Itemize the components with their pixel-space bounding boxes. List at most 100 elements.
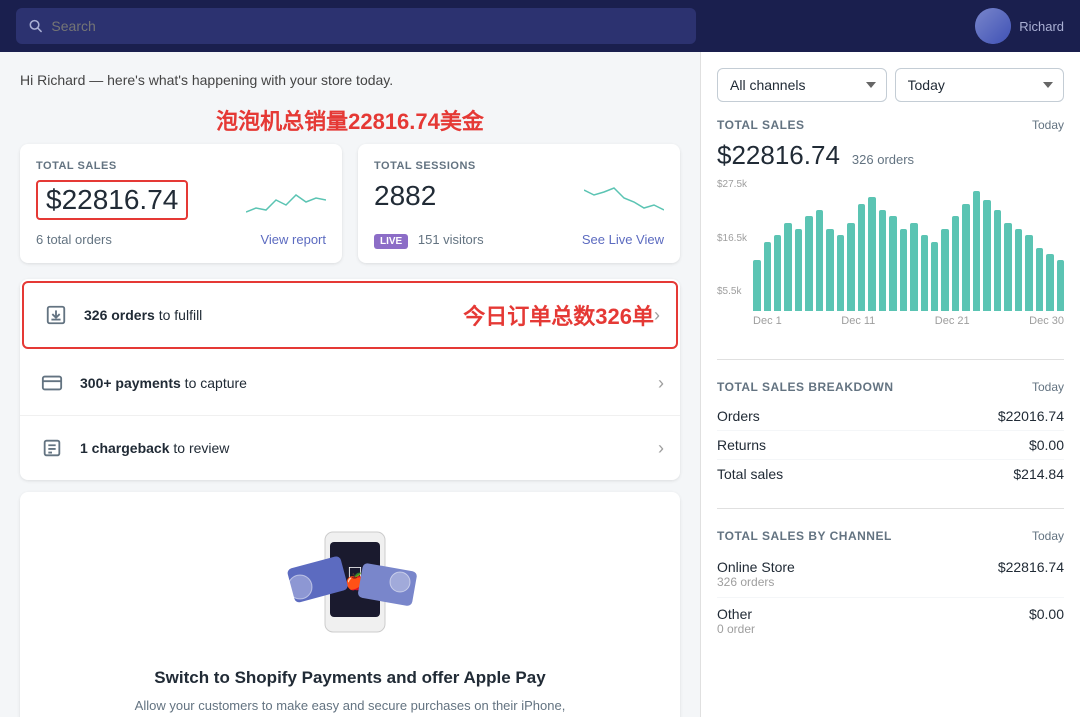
- bar-col: [973, 191, 980, 311]
- right-total-sales-orders: 326 orders: [852, 152, 914, 167]
- breakdown-date: Today: [1032, 380, 1064, 394]
- x-label-4: Dec 30: [1029, 315, 1064, 327]
- y-label-bottom: $5.5k: [717, 286, 747, 297]
- bar-col: [1036, 248, 1043, 311]
- bar-col: [952, 216, 959, 311]
- bar-col: [795, 229, 802, 311]
- bar-col: [1046, 254, 1053, 311]
- channel-select[interactable]: All channels Online Store Other: [717, 68, 887, 102]
- channel-value-online: $22816.74: [998, 559, 1064, 575]
- chargeback-action-item[interactable]: 1 chargeback to review ›: [20, 416, 680, 480]
- right-total-sales-row: $22816.74 326 orders: [717, 140, 1064, 171]
- breakdown-row-returns: Returns $0.00: [717, 431, 1064, 460]
- channel-name-other: Other: [717, 606, 752, 622]
- navbar: Richard: [0, 0, 1080, 52]
- bar-col: [1057, 260, 1064, 311]
- search-icon: [28, 18, 43, 34]
- bar-col: [910, 223, 917, 311]
- channel-sub-other: 0 order: [717, 622, 1064, 636]
- channel-name-online: Online Store: [717, 559, 795, 575]
- channel-sub-online: 326 orders: [717, 575, 1064, 589]
- see-live-view-link[interactable]: See Live View: [582, 232, 664, 247]
- stat-content-sessions: 2882: [374, 180, 664, 220]
- bar-col: [868, 197, 875, 311]
- sales-sparkline: [246, 180, 326, 220]
- clipboard-icon: [36, 432, 68, 464]
- sessions-footer-left: LIVE 151 visitors: [374, 232, 484, 247]
- bar-col: [900, 229, 907, 311]
- bar-col: [941, 229, 948, 311]
- bar-col: [931, 242, 938, 311]
- payments-action-item[interactable]: 300+ payments to capture ›: [20, 351, 680, 416]
- breakdown-row-total: Total sales $214.84: [717, 460, 1064, 488]
- right-total-sales-section: TOTAL SALES Today $22816.74 326 orders $…: [717, 118, 1064, 360]
- search-input[interactable]: [51, 18, 684, 34]
- y-label-top: $27.5k: [717, 179, 747, 190]
- stat-content-sales: $22816.74: [36, 180, 326, 220]
- channel-row-other-top: Other $0.00: [717, 606, 1064, 622]
- x-label-3: Dec 21: [935, 315, 970, 327]
- view-report-link[interactable]: View report: [260, 232, 326, 247]
- promo-image:  🍎: [270, 522, 430, 652]
- payments-action-text: 300+ payments to capture: [80, 375, 658, 391]
- breakdown-value-total: $214.84: [1013, 466, 1064, 482]
- download-icon: [40, 299, 72, 331]
- bar-col: [962, 204, 969, 311]
- right-total-sales-header: TOTAL SALES Today: [717, 118, 1064, 132]
- by-channel-header: TOTAL SALES BY CHANNEL Today: [717, 529, 1064, 543]
- date-select[interactable]: Today Yesterday Last 7 days Last 30 days: [895, 68, 1065, 102]
- promo-title: Switch to Shopify Payments and offer App…: [40, 668, 660, 688]
- channel-row-online-top: Online Store $22816.74: [717, 559, 1064, 575]
- by-channel-title: TOTAL SALES BY CHANNEL: [717, 529, 892, 543]
- by-channel-section: TOTAL SALES BY CHANNEL Today Online Stor…: [717, 529, 1064, 664]
- breakdown-label-total: Total sales: [717, 466, 783, 482]
- sales-footer: 6 total orders View report: [36, 232, 326, 247]
- right-panel: All channels Online Store Other Today Ye…: [700, 52, 1080, 717]
- total-sessions-card: TOTAL SESSIONS 2882 LIVE 151 visitors Se…: [358, 144, 680, 263]
- x-label-1: Dec 1: [753, 315, 782, 327]
- channel-row-online: Online Store $22816.74 326 orders: [717, 551, 1064, 598]
- stats-row: TOTAL SALES $22816.74 6 total orders Vie…: [20, 144, 680, 263]
- y-label-mid: $16.5k: [717, 233, 747, 244]
- fulfill-action-text: 326 orders to fulfill: [84, 307, 413, 323]
- bar-col: [994, 210, 1001, 311]
- bar-col: [1025, 235, 1032, 311]
- channel-row-other: Other $0.00 0 order: [717, 598, 1064, 644]
- bar-col: [764, 242, 771, 311]
- right-total-sales-date: Today: [1032, 118, 1064, 132]
- search-bar[interactable]: [16, 8, 696, 44]
- bar-col: [1004, 223, 1011, 311]
- total-sessions-label: TOTAL SESSIONS: [374, 160, 664, 172]
- order-annotation: 今日订单总数326单: [463, 299, 654, 331]
- fulfill-action-item[interactable]: 326 orders to fulfill 今日订单总数326单 ›: [22, 281, 678, 349]
- bar-col: [879, 210, 886, 311]
- breakdown-rows: Orders $22016.74 Returns $0.00 Total sal…: [717, 402, 1064, 488]
- main-layout: Hi Richard — here's what's happening wit…: [0, 52, 1080, 717]
- bar-col: [784, 223, 791, 311]
- x-label-2: Dec 11: [841, 315, 875, 327]
- sessions-sparkline: [584, 180, 664, 220]
- bar-col: [1015, 229, 1022, 311]
- right-panel-header: All channels Online Store Other Today Ye…: [717, 68, 1064, 102]
- fulfill-count: 326 orders: [84, 307, 155, 323]
- avatar: [975, 8, 1011, 44]
- bar-col: [858, 204, 865, 311]
- promo-desc: Allow your customers to make easy and se…: [130, 696, 570, 717]
- visitors-count: 151 visitors: [418, 232, 484, 247]
- chart-x-labels: Dec 1 Dec 11 Dec 21 Dec 30: [753, 315, 1064, 327]
- payments-count: 300+ payments: [80, 375, 181, 391]
- action-card: 326 orders to fulfill 今日订单总数326单 › 300+ …: [20, 279, 680, 480]
- nav-username: Richard: [1019, 19, 1064, 34]
- fulfill-chevron: ›: [654, 305, 660, 326]
- annotation-banner: 泡泡机总销量22816.74美金: [20, 104, 680, 136]
- chargeback-action-text: 1 chargeback to review: [80, 440, 658, 456]
- breakdown-section: TOTAL SALES BREAKDOWN Today Orders $2201…: [717, 380, 1064, 509]
- live-badge: LIVE: [374, 234, 408, 249]
- total-sales-label: TOTAL SALES: [36, 160, 326, 172]
- bar-col: [774, 235, 781, 311]
- breakdown-row-orders: Orders $22016.74: [717, 402, 1064, 431]
- breakdown-title: TOTAL SALES BREAKDOWN: [717, 380, 894, 394]
- bar-col: [753, 260, 760, 311]
- bar-col: [889, 216, 896, 311]
- card-icon: [36, 367, 68, 399]
